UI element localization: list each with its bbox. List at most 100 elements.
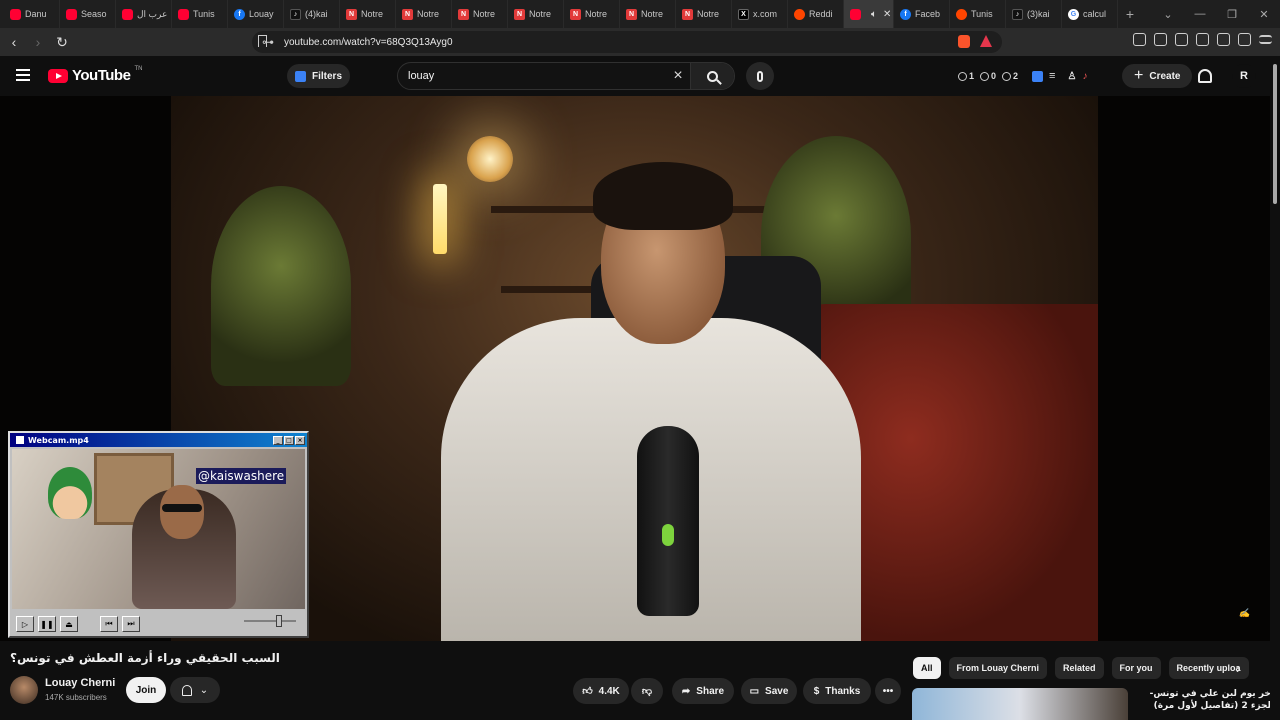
clear-search-icon[interactable]: × [666,67,690,85]
scrollbar-thumb[interactable] [1273,64,1277,204]
list-icon[interactable]: ≡ [1049,70,1055,82]
join-button[interactable]: Join [126,677,166,703]
close-tab-icon[interactable]: ✕ [883,9,891,20]
filter-chip[interactable]: All [913,657,941,679]
extension-badge-icon[interactable] [1032,70,1044,82]
browser-tab[interactable]: Xx.com [732,0,788,28]
browser-tab[interactable]: f Faceb [894,0,950,28]
download-icon[interactable] [1217,33,1230,46]
dislike-button[interactable]: 👎︎ [631,678,663,704]
thanks-label: Thanks [825,685,861,697]
webcam-title-bar[interactable]: Webcam.mp4 _ □ × [10,433,307,447]
save-button[interactable]: ▭ Save [741,678,797,704]
browser-tab[interactable]: Seaso [60,0,116,28]
browser-tab[interactable]: عرب ال [116,0,172,28]
filter-chip[interactable]: For you [1111,657,1161,679]
like-button[interactable]: 👍︎ 4.4K [573,678,629,704]
browser-tab[interactable]: N Notre [620,0,676,28]
brave-icon[interactable] [958,35,970,48]
channel-avatar[interactable] [10,676,38,704]
new-tab-icon[interactable]: + [1118,6,1142,22]
recommended-thumbnail[interactable] [912,688,1128,720]
create-label: Create [1149,70,1181,82]
url-text[interactable]: youtube.com/watch?v=68Q3Q13Ayg0 [284,37,453,48]
notifications-bell-icon[interactable] [1198,69,1212,83]
thanks-button[interactable]: $ Thanks [803,678,871,704]
extension-icon[interactable] [1133,33,1146,46]
tab-label: x.com [753,9,778,19]
search-box[interactable]: louay × [397,62,735,90]
webcam-window[interactable]: Webcam.mp4 _ □ × @kaiswashere ▷ ❚❚ ⏏ ⏮ ⏭ [8,431,309,638]
subscription-bell-button[interactable]: ⌄ [170,677,220,703]
youtube-logo[interactable]: YouTube TN [48,66,142,84]
notify-off-icon[interactable]: ♪ [1082,71,1087,82]
account-avatar[interactable]: R [1232,64,1256,88]
minimize-icon[interactable]: _ [273,435,283,445]
filter-chip[interactable]: Related [1055,657,1104,679]
share-button[interactable]: ➦ Share [672,678,734,704]
browser-tab[interactable]: N Notre [564,0,620,28]
filters-button[interactable]: Filters [287,64,351,88]
plus-icon: + [1134,67,1144,84]
browser-tab[interactable]: Tunis [950,0,1006,28]
browser-tab[interactable]: f Louay [228,0,284,28]
tab-label: Notre [641,9,664,19]
browser-tab[interactable]: N Notre [396,0,452,28]
voice-search-button[interactable] [746,62,774,90]
sidebar-icon[interactable] [1175,33,1188,46]
thumbs-up-icon: 👍︎ [582,686,593,697]
notre-icon: N [346,8,357,20]
hamburger-menu-icon[interactable] [16,69,30,84]
rewards-icon[interactable] [980,35,992,47]
reload-icon[interactable]: ↻ [52,34,72,51]
chevron-right-icon[interactable]: › [1236,660,1241,676]
play-icon[interactable]: ▷ [16,616,34,632]
menu-icon[interactable] [1259,35,1272,44]
maximize-icon[interactable]: ❐ [1216,8,1248,21]
maximize-icon[interactable]: □ [284,435,294,445]
browser-tab[interactable]: Gcalcul [1062,0,1118,28]
pause-icon[interactable]: ❚❚ [38,616,56,632]
channel-name[interactable]: Louay Cherni [45,677,115,689]
youtube-icon [10,8,21,20]
podcast-microphone [637,426,699,616]
wallet-icon[interactable] [1196,33,1209,46]
search-button[interactable] [690,63,734,89]
recommended-title[interactable]: اخر يوم لبن علي في تونس- الجزء 2 (تفاصيل… [1134,688,1274,712]
search-input[interactable]: louay [398,70,666,82]
close-icon[interactable]: × [295,435,305,445]
browser-tab[interactable]: ♪ (4)kai [284,0,340,28]
slider-thumb[interactable] [276,615,282,627]
tab-search-icon[interactable]: ⌄ [1152,8,1184,21]
extension-stats: 1 0 2 ≡ ♙ ♪ [958,70,1087,82]
extension-icons [1133,33,1272,46]
browser-tab[interactable]: Tunis [172,0,228,28]
bookmark-icon[interactable] [258,35,267,47]
previous-icon[interactable]: ⏮ [100,616,118,632]
filter-chip[interactable]: From Louay Cherni [948,657,1048,679]
page-scrollbar[interactable] [1270,56,1280,720]
browser-tab[interactable]: Danu [4,0,60,28]
eject-icon[interactable]: ⏏ [60,616,78,632]
forward-icon[interactable]: › [28,34,48,50]
create-button[interactable]: + Create [1122,64,1193,88]
close-window-icon[interactable]: ✕ [1248,8,1280,21]
volume-slider[interactable] [244,615,296,627]
trophy-icon[interactable]: ♙ [1067,71,1076,82]
minimize-icon[interactable]: — [1184,8,1216,20]
browser-tab[interactable]: 🔈︎ ✕ [844,0,894,28]
next-icon[interactable]: ⏭ [122,616,140,632]
browser-tab[interactable]: N Notre [676,0,732,28]
shield-icon[interactable] [1238,33,1251,46]
browser-tab[interactable]: N Notre [452,0,508,28]
url-field[interactable]: ⊶ youtube.com/watch?v=68Q3Q13Ayg0 [252,31,1002,53]
browser-tab[interactable]: N Notre [340,0,396,28]
back-icon[interactable]: ‹ [4,34,24,50]
music-icon[interactable] [1154,33,1167,46]
browser-tab[interactable]: ♪ (3)kai [1006,0,1062,28]
speaker-icon[interactable]: 🔈︎ [871,9,877,20]
more-actions-button[interactable]: ••• [875,678,901,704]
tab-label: Notre [697,9,720,19]
browser-tab[interactable]: N Notre [508,0,564,28]
browser-tab[interactable]: Reddi [788,0,844,28]
